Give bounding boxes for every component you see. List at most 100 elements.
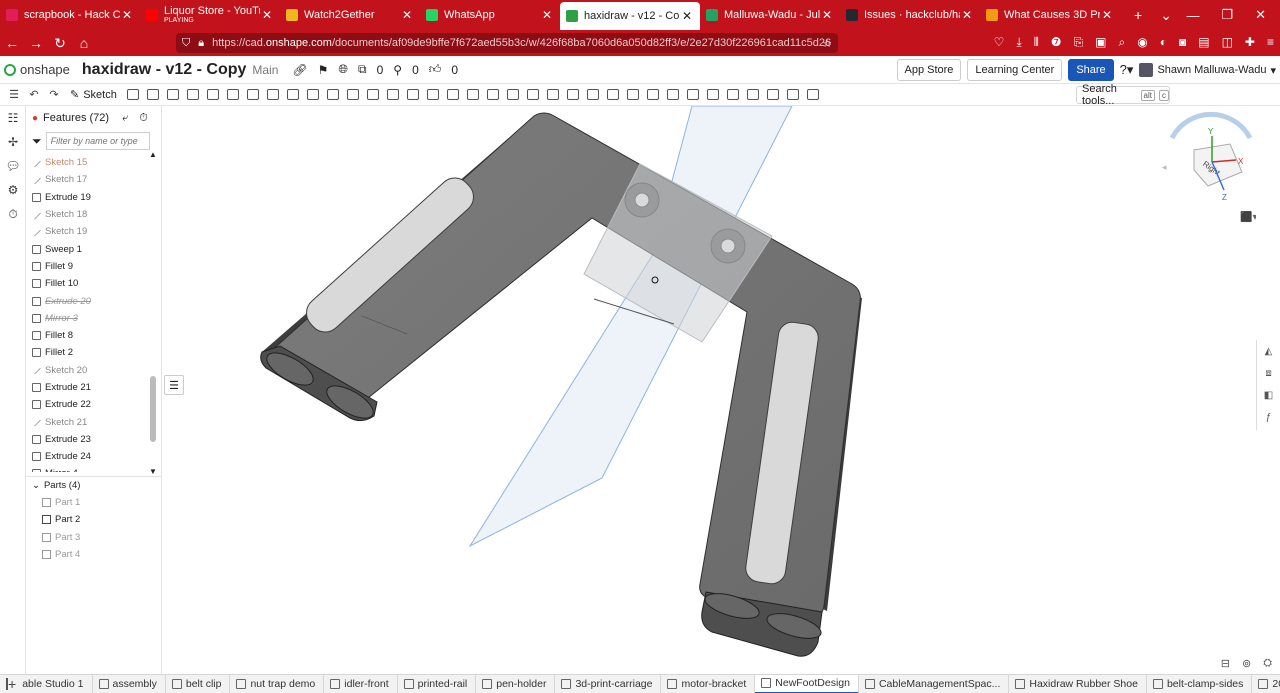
fit-spline-icon[interactable] [665, 88, 681, 102]
rib-icon[interactable] [305, 88, 321, 102]
new-tab-icon[interactable]: + [1134, 7, 1142, 23]
move-face-icon[interactable] [505, 88, 521, 102]
translate-icon[interactable]: ⎘ [1074, 35, 1084, 50]
element-tab[interactable]: nut trap demo [230, 675, 325, 693]
feature-item[interactable]: Sketch 18 [26, 206, 148, 223]
close-window-icon[interactable]: ✕ [1255, 7, 1266, 23]
feature-item[interactable]: Sketch 17 [26, 171, 148, 188]
back-icon[interactable]: ← [0, 35, 24, 51]
learning-center-button[interactable]: Learning Center [967, 59, 1063, 81]
element-tab[interactable]: assembly [93, 675, 166, 693]
tab-close-icon[interactable]: ✕ [960, 8, 974, 22]
extension-badge-icon[interactable]: ❼ [1051, 35, 1062, 50]
document-title[interactable]: haxidraw - v12 - Copy [82, 61, 247, 79]
derived-icon[interactable] [785, 88, 801, 102]
element-tab[interactable]: printed-rail [398, 675, 477, 693]
reader-icon[interactable]: ▤ [1198, 35, 1209, 50]
view-cube[interactable]: Right Y X Z ◂ ▸ ⬛▾ [1162, 111, 1263, 223]
wrap-icon[interactable] [625, 88, 641, 102]
fill-icon[interactable] [585, 88, 601, 102]
shield-icon[interactable]: ⛉ [182, 37, 190, 50]
revolve-icon[interactable] [145, 88, 161, 102]
browser-tab[interactable]: Issues · hackclub/haxidraw✕ [840, 0, 980, 30]
feature-item[interactable]: Sketch 21 [26, 413, 148, 430]
feature-filter-input[interactable] [45, 132, 150, 150]
feature-item[interactable]: Extrude 19 [26, 189, 148, 206]
feature-item[interactable]: Extrude 21 [26, 379, 148, 396]
feature-item[interactable]: Extrude 22 [26, 396, 148, 413]
reload-icon[interactable]: ↻ [48, 35, 72, 52]
modify-fillet-icon[interactable] [485, 88, 501, 102]
view-options-icon[interactable]: ⬛▾ [1240, 210, 1257, 223]
undo-icon[interactable]: ↶ [26, 88, 42, 102]
forward-icon[interactable]: → [24, 35, 48, 51]
boundary-icon[interactable] [565, 88, 581, 102]
feature-list-scrollbar[interactable]: ▲ ▼ [148, 150, 158, 476]
feature-item[interactable]: Fillet 2 [26, 344, 148, 361]
browser-tab[interactable]: haxidraw - v12 - Copy | New✕ [560, 2, 700, 30]
sidebar-icon[interactable]: ◫ [1222, 35, 1233, 50]
link-icon[interactable]: 🔗︎ [292, 63, 307, 77]
feature-item[interactable]: Extrude 24 [26, 448, 148, 465]
sweep-icon[interactable] [165, 88, 181, 102]
element-tab[interactable]: 20x20 a [1252, 675, 1280, 693]
variable-icon[interactable] [685, 88, 701, 102]
feature-item[interactable]: Sweep 1 [26, 240, 148, 257]
restore-icon[interactable]: ❐ [1221, 7, 1233, 23]
element-tab[interactable]: Haxidraw Rubber Shoe [1009, 675, 1147, 693]
shell-icon[interactable] [325, 88, 341, 102]
download-icon[interactable]: ⤓ [1016, 35, 1021, 50]
app-store-button[interactable]: App Store [896, 59, 962, 81]
puzzle-icon[interactable]: ✚ [1245, 35, 1255, 50]
section-view-icon[interactable]: ⊟ [1221, 657, 1230, 670]
browser-tab[interactable]: Watch2Gether ✕ [280, 0, 420, 30]
frame-icon[interactable] [765, 88, 781, 102]
part-item[interactable]: Part 4 [26, 546, 162, 563]
onshape-logo[interactable]: onshape [0, 62, 70, 77]
mate-icon[interactable]: ⧈ [1257, 362, 1280, 384]
element-tab[interactable]: belt-clamp-sides [1147, 675, 1253, 693]
part-item[interactable]: Part 1 [26, 494, 162, 511]
rollback-icon[interactable]: ⤶ [122, 112, 128, 125]
extrude-icon[interactable] [225, 88, 241, 102]
browser-tab[interactable]: Malluwa-Wadu - July 12 HC✕ [700, 0, 840, 30]
redo-icon[interactable]: ↷ [46, 88, 62, 102]
browser-tab[interactable]: What Causes 3D Print Warpi✕ [980, 0, 1120, 30]
split-icon[interactable] [425, 88, 441, 102]
element-tab[interactable]: belt clip [166, 675, 231, 693]
library-icon[interactable]: ⫴ [1034, 35, 1039, 50]
public-icon[interactable]: 🌐︎ [338, 62, 348, 77]
tab-close-icon[interactable]: ✕ [400, 8, 414, 22]
transform-icon[interactable] [445, 88, 461, 102]
feature-item[interactable]: Mirror 3 [26, 310, 148, 327]
pocket-icon[interactable]: ♡ [994, 35, 1005, 50]
feature-item[interactable]: Sketch 19 [26, 223, 148, 240]
element-tab[interactable]: motor-bracket [661, 675, 756, 693]
search-tools-input[interactable]: Search tools... alt c [1076, 83, 1170, 107]
configurations-icon[interactable]: ⚙ [0, 178, 26, 202]
element-tab[interactable]: idler-front [324, 675, 398, 693]
comments-icon[interactable]: 💬︎ [0, 154, 26, 178]
minimize-icon[interactable]: — [1186, 8, 1199, 23]
browser-tab[interactable]: scrapbook - Hack Club - Sla✕ [0, 0, 140, 30]
browser-tab[interactable]: WhatsApp ✕ [420, 0, 560, 30]
element-tab[interactable]: CableManagementSpac... [859, 675, 1010, 693]
loft-icon[interactable] [185, 88, 201, 102]
part-item[interactable]: Part 2 [26, 511, 162, 528]
timer-icon[interactable]: ⏱︎ [139, 112, 148, 125]
mask-icon[interactable]: ◙ [1179, 35, 1186, 50]
feature-list-icon[interactable]: ☷ [0, 106, 26, 130]
delete-part-icon[interactable] [465, 88, 481, 102]
like-icon[interactable]: 👍︎ [429, 62, 442, 77]
screenshot-icon[interactable]: ▣ [1095, 35, 1106, 50]
tab-close-icon[interactable]: ✕ [540, 8, 554, 22]
tab-close-icon[interactable]: ✕ [680, 9, 694, 23]
variables-icon[interactable]: ƒ [1257, 406, 1280, 428]
mirror-icon[interactable] [385, 88, 401, 102]
sync-icon[interactable]: ◐ [1160, 35, 1167, 50]
feature-item[interactable]: Extrude 20 [26, 292, 148, 309]
help-icon[interactable]: ?▾ [1120, 62, 1134, 78]
feature-list-button[interactable]: ☰ [164, 375, 184, 395]
history-icon[interactable]: ⏱︎ [0, 202, 26, 226]
measure-icon[interactable]: ◧ [1257, 384, 1280, 406]
